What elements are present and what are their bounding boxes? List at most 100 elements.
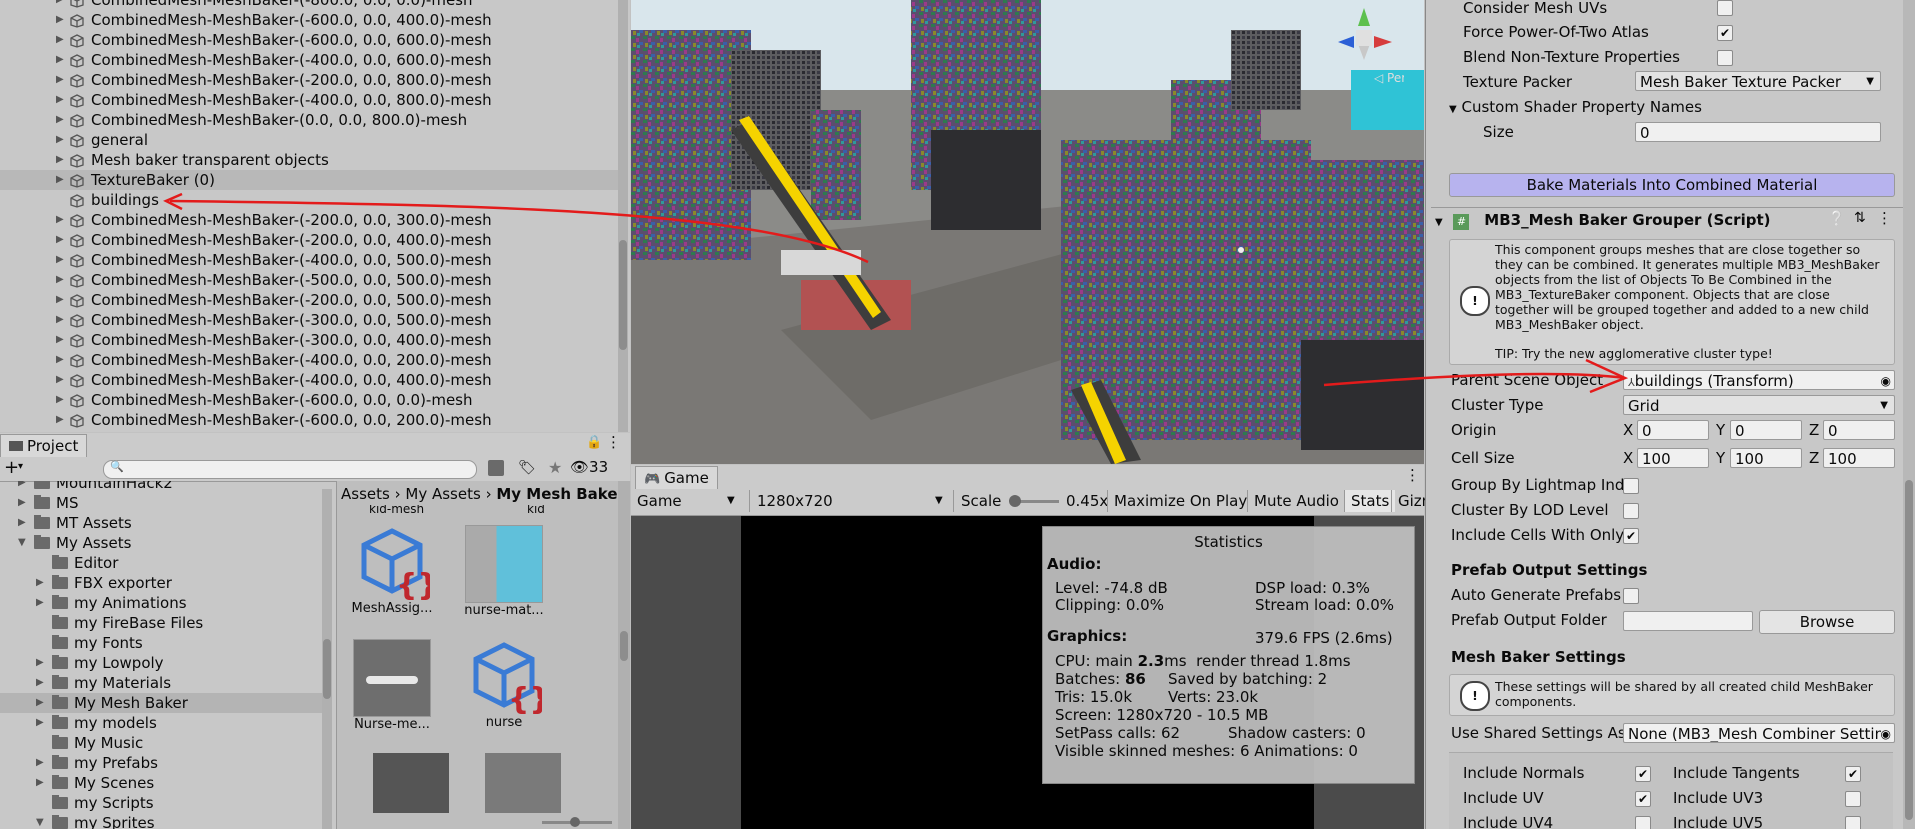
folder-scroll-thumb[interactable] [323, 639, 331, 699]
folder-item[interactable]: ▶ my Lowpoly [0, 653, 322, 673]
expand-arrow-icon[interactable]: ▶ [56, 230, 64, 250]
origin-x-field[interactable]: 0 [1637, 420, 1709, 440]
hierarchy-item[interactable]: ▶ CombinedMesh-MeshBaker-(-600.0, 0.0, 20… [0, 410, 620, 430]
expand-arrow-icon[interactable]: ▶ [56, 370, 64, 390]
folder-item[interactable]: ▶ FBX exporter [0, 573, 322, 593]
expand-arrow-icon[interactable]: ▶ [36, 713, 44, 733]
search-by-type-icon[interactable] [488, 460, 504, 476]
expand-arrow-icon[interactable]: ▶ [56, 70, 64, 90]
cell-size-z-field[interactable]: 100 [1823, 448, 1895, 468]
hierarchy-item[interactable]: ▶ CombinedMesh-MeshBaker-(-200.0, 0.0, 50… [0, 290, 620, 310]
expand-arrow-icon[interactable]: ▶ [56, 0, 64, 10]
hierarchy-item[interactable]: ▶ CombinedMesh-MeshBaker-(-300.0, 0.0, 50… [0, 310, 620, 330]
grouper-component-header[interactable]: ▼ # MB3_Mesh Baker Grouper (Script) [1435, 209, 1771, 231]
hierarchy-item[interactable]: ▶ CombinedMesh-MeshBaker-(-400.0, 0.0, 80… [0, 90, 620, 110]
group-by-lightmap-checkbox[interactable] [1623, 478, 1639, 494]
expand-arrow-icon[interactable]: ▶ [56, 150, 64, 170]
asset-thumbnail-partial[interactable] [485, 753, 561, 813]
asset-tile[interactable]: {} nurse [449, 639, 559, 730]
expand-arrow-icon[interactable]: ▶ [56, 250, 64, 270]
hierarchy-item[interactable]: ▶ CombinedMesh-MeshBaker-(-600.0, 0.0, 40… [0, 10, 620, 30]
texture-packer-dropdown[interactable]: Mesh Baker Texture Packer ▼ [1635, 71, 1881, 91]
expand-arrow-icon[interactable]: ▶ [36, 593, 44, 613]
hierarchy-item[interactable]: ▶ CombinedMesh-MeshBaker-(-400.0, 0.0, 50… [0, 250, 620, 270]
expand-arrow-icon[interactable]: ▶ [56, 350, 64, 370]
folder-item[interactable]: ▶ my Materials [0, 673, 322, 693]
expand-arrow-icon[interactable]: ▶ [56, 390, 64, 410]
hidden-packages-toggle[interactable]: 👁33 [570, 458, 608, 476]
hierarchy-item[interactable]: ▶ CombinedMesh-MeshBaker-(-500.0, 0.0, 50… [0, 270, 620, 290]
expand-arrow-icon[interactable]: ▶ [56, 330, 64, 350]
asset-scroll-thumb[interactable] [620, 631, 628, 661]
expand-arrow-icon[interactable]: ▶ [56, 270, 64, 290]
asset-tile[interactable]: nurse-mat... [449, 525, 559, 618]
auto-generate-prefabs-checkbox[interactable] [1623, 588, 1639, 604]
collapse-arrow-icon[interactable]: ▼ [36, 813, 44, 829]
expand-arrow-icon[interactable]: ▶ [56, 170, 64, 190]
mute-audio-toggle[interactable]: Mute Audio [1247, 490, 1345, 512]
include-uv-checkbox[interactable]: ✔ [1635, 791, 1651, 807]
folder-item[interactable]: my Scripts [0, 793, 322, 813]
hierarchy-scroll-thumb[interactable] [619, 240, 627, 350]
include-cells-checkbox[interactable]: ✔ [1623, 528, 1639, 544]
include-uv5-checkbox[interactable] [1845, 816, 1861, 829]
more-menu-icon[interactable]: ⋮ [1877, 209, 1892, 227]
folder-item[interactable]: ▶ my models [0, 713, 322, 733]
maximize-on-play-toggle[interactable]: Maximize On Play [1107, 490, 1253, 512]
hierarchy-item[interactable]: ▶ CombinedMesh-MeshBaker-(-200.0, 0.0, 30… [0, 210, 620, 230]
lock-icon[interactable]: 🔒 [586, 435, 602, 450]
folder-item[interactable]: ▶ my Prefabs [0, 753, 322, 773]
help-icon[interactable]: ❔ [1828, 211, 1845, 227]
more-menu-icon[interactable]: ⋮ [1405, 466, 1420, 484]
expand-arrow-icon[interactable]: ▶ [36, 673, 44, 693]
cell-size-y-field[interactable]: 100 [1730, 448, 1802, 468]
label-tag-icon[interactable]: 🏷 [518, 460, 536, 476]
parent-scene-object-field[interactable]: ⅄buildings (Transform) ◉ [1623, 370, 1895, 390]
expand-arrow-icon[interactable]: ▶ [36, 753, 44, 773]
hierarchy-item[interactable]: ▶ TextureBaker (0) [0, 170, 620, 190]
hierarchy-item[interactable]: ▶ CombinedMesh-MeshBaker-(-300.0, 0.0, 40… [0, 330, 620, 350]
inspector-scroll-thumb[interactable] [1905, 480, 1913, 820]
orientation-gizmo-icon[interactable]: ◁ Persp [1324, 0, 1420, 90]
expand-arrow-icon[interactable]: ▶ [56, 110, 64, 130]
game-tab[interactable]: 🎮 Game [635, 466, 718, 489]
hierarchy-item[interactable]: ▶ CombinedMesh-MeshBaker-(-200.0, 0.0, 40… [0, 230, 620, 250]
hierarchy-item[interactable]: ▶ CombinedMesh-MeshBaker-(-600.0, 0.0, 60… [0, 30, 620, 50]
expand-arrow-icon[interactable]: ▶ [56, 210, 64, 230]
expand-arrow-icon[interactable]: ▶ [36, 653, 44, 673]
expand-arrow-icon[interactable]: ▶ [18, 493, 26, 513]
object-picker-icon[interactable]: ◉ [1881, 371, 1891, 389]
breadcrumb-my-assets[interactable]: My Assets [405, 485, 480, 503]
expand-arrow-icon[interactable]: ▶ [18, 481, 26, 493]
folder-item[interactable]: ▶ MS [0, 493, 322, 513]
asset-label-kid-mesh[interactable]: kid-mesh [369, 505, 424, 515]
expand-arrow-icon[interactable]: ▶ [56, 50, 64, 70]
shared-settings-field[interactable]: None (MB3_Mesh Combiner Settin ◉ [1623, 723, 1895, 743]
hierarchy-item[interactable]: buildings [0, 190, 620, 210]
include-normals-checkbox[interactable]: ✔ [1635, 766, 1651, 782]
prefab-output-folder-field[interactable] [1623, 611, 1753, 631]
expand-arrow-icon[interactable]: ▶ [56, 130, 64, 150]
expand-arrow-icon[interactable]: ▶ [56, 310, 64, 330]
folder-tree-scrollbar[interactable] [322, 489, 332, 829]
object-picker-icon[interactable]: ◉ [1880, 724, 1891, 742]
scale-control[interactable]: Scale 0.45x [961, 490, 1131, 512]
cluster-type-dropdown[interactable]: Grid ▼ [1623, 395, 1895, 415]
cell-size-x-field[interactable]: 100 [1637, 448, 1709, 468]
scale-slider[interactable] [1009, 495, 1059, 507]
expand-arrow-icon[interactable]: ▶ [56, 290, 64, 310]
asset-tile[interactable]: Nurse-me... [337, 639, 447, 732]
expand-arrow-icon[interactable]: ▶ [56, 410, 64, 430]
hierarchy-item[interactable]: ▶ Mesh baker transparent objects [0, 150, 620, 170]
folder-item[interactable]: ▶ My Scenes [0, 773, 322, 793]
blend-nontexture-checkbox[interactable] [1717, 50, 1733, 66]
include-uv4-checkbox[interactable] [1635, 816, 1651, 829]
favorite-star-icon[interactable]: ★ [548, 458, 562, 477]
hierarchy-item[interactable]: ▶ CombinedMesh-MeshBaker-(-600.0, 0.0, 0.… [0, 390, 620, 410]
more-menu-icon[interactable]: ⋮ [606, 433, 621, 451]
collapse-arrow-icon[interactable]: ▼ [18, 533, 26, 553]
force-pot-atlas-checkbox[interactable]: ✔ [1717, 25, 1733, 41]
hierarchy-item[interactable]: ▶ CombinedMesh-MeshBaker-(-800.0, 0.0, 0.… [0, 0, 620, 10]
folder-item[interactable]: ▼ my Sprites [0, 813, 322, 829]
folder-item[interactable]: Editor [0, 553, 322, 573]
